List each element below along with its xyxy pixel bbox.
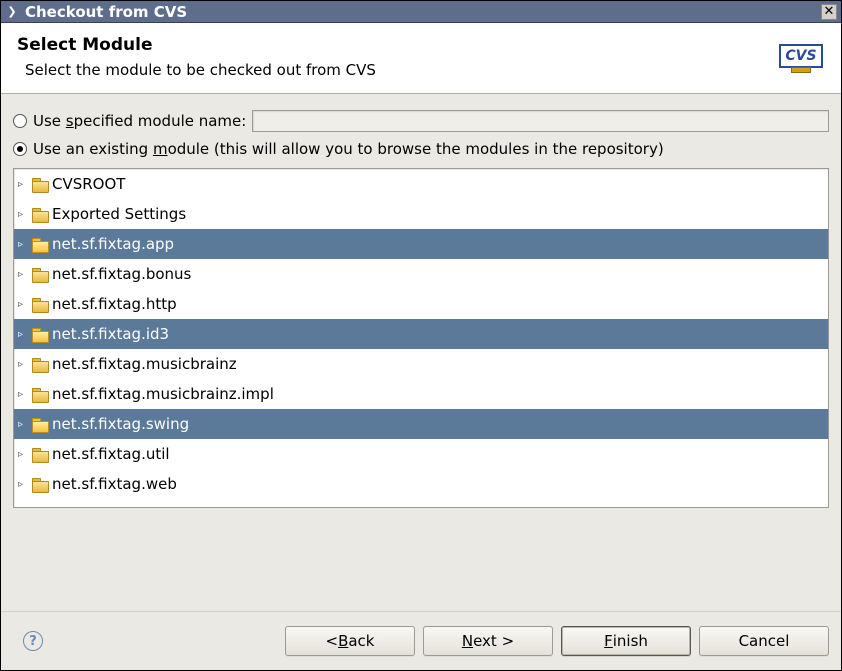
dialog-window: ❯ Checkout from CVS ✕ Select Module Sele… xyxy=(0,0,842,671)
tree-item-label: net.sf.fixtag.web xyxy=(52,475,177,493)
tree-item[interactable]: ▹ net.sf.fixtag.id3 xyxy=(14,319,828,349)
option-existing-module[interactable]: Use an existing module (this will allow … xyxy=(13,140,829,158)
wizard-header: Select Module Select the module to be ch… xyxy=(1,23,841,94)
page-subtitle: Select the module to be checked out from… xyxy=(25,61,767,79)
expander-icon[interactable]: ▹ xyxy=(18,269,28,280)
next-button[interactable]: Next > xyxy=(423,626,553,656)
expander-icon[interactable]: ▹ xyxy=(18,239,28,250)
help-icon[interactable]: ? xyxy=(23,631,43,651)
expander-icon[interactable]: ▹ xyxy=(18,479,28,490)
tree-item-label: CVSROOT xyxy=(52,175,125,193)
folder-icon xyxy=(32,238,48,251)
tree-item-label: net.sf.fixtag.app xyxy=(52,235,174,253)
folder-icon xyxy=(32,418,48,431)
module-tree[interactable]: ▹ CVSROOT ▹ Exported Settings ▹ net.sf.fixtag… xyxy=(13,168,829,508)
cvs-logo-icon: CVS xyxy=(777,35,825,77)
tree-item-label: net.sf.fixtag.util xyxy=(52,445,170,463)
content-area: Use specified module name: Use an existi… xyxy=(1,94,841,611)
tree-item[interactable]: ▹ net.sf.fixtag.http xyxy=(14,289,828,319)
tree-item[interactable]: ▹ CVSROOT xyxy=(14,169,828,199)
folder-icon xyxy=(32,328,48,341)
tree-item[interactable]: ▹ Exported Settings xyxy=(14,199,828,229)
expander-icon[interactable]: ▹ xyxy=(18,179,28,190)
tree-item[interactable]: ▹ net.sf.fixtag.musicbrainz xyxy=(14,349,828,379)
module-name-input[interactable] xyxy=(252,110,829,132)
folder-icon xyxy=(32,358,48,371)
expander-icon[interactable]: ▹ xyxy=(18,329,28,340)
tree-item-label: net.sf.fixtag.musicbrainz.impl xyxy=(52,385,274,403)
close-icon[interactable]: ✕ xyxy=(821,4,837,20)
folder-icon xyxy=(32,268,48,281)
button-bar: ? < Back Next > Finish Cancel xyxy=(1,611,841,670)
folder-icon xyxy=(32,448,48,461)
tree-item-label: net.sf.fixtag.musicbrainz xyxy=(52,355,237,373)
expander-icon[interactable]: ▹ xyxy=(18,389,28,400)
tree-item[interactable]: ▹ net.sf.fixtag.web xyxy=(14,469,828,499)
folder-icon xyxy=(32,388,48,401)
radio-existing[interactable] xyxy=(13,142,27,156)
option-specified-module[interactable]: Use specified module name: xyxy=(13,110,829,132)
tree-item-label: net.sf.fixtag.bonus xyxy=(52,265,191,283)
finish-button[interactable]: Finish xyxy=(561,626,691,656)
tree-item[interactable]: ▹ net.sf.fixtag.bonus xyxy=(14,259,828,289)
tree-item-label: net.sf.fixtag.http xyxy=(52,295,177,313)
folder-icon xyxy=(32,298,48,311)
expander-icon[interactable]: ▹ xyxy=(18,209,28,220)
folder-icon xyxy=(32,178,48,191)
expander-icon[interactable]: ▹ xyxy=(18,449,28,460)
window-menu-icon[interactable]: ❯ xyxy=(5,5,19,18)
titlebar[interactable]: ❯ Checkout from CVS ✕ xyxy=(1,1,841,23)
expander-icon[interactable]: ▹ xyxy=(18,359,28,370)
tree-item[interactable]: ▹ net.sf.fixtag.app xyxy=(14,229,828,259)
radio-specified[interactable] xyxy=(13,114,27,128)
back-button[interactable]: < Back xyxy=(285,626,415,656)
tree-item-label: Exported Settings xyxy=(52,205,186,223)
folder-icon xyxy=(32,478,48,491)
page-title: Select Module xyxy=(17,35,767,55)
tree-item[interactable]: ▹ net.sf.fixtag.musicbrainz.impl xyxy=(14,379,828,409)
window-title: Checkout from CVS xyxy=(25,3,187,21)
folder-icon xyxy=(32,208,48,221)
option-specified-label: Use specified module name: xyxy=(33,112,246,130)
tree-item[interactable]: ▹ net.sf.fixtag.util xyxy=(14,439,828,469)
tree-item-label: net.sf.fixtag.swing xyxy=(52,415,189,433)
expander-icon[interactable]: ▹ xyxy=(18,299,28,310)
tree-item[interactable]: ▹ net.sf.fixtag.swing xyxy=(14,409,828,439)
cancel-button[interactable]: Cancel xyxy=(699,626,829,656)
expander-icon[interactable]: ▹ xyxy=(18,419,28,430)
tree-item-label: net.sf.fixtag.id3 xyxy=(52,325,169,343)
option-existing-label: Use an existing module (this will allow … xyxy=(33,140,664,158)
